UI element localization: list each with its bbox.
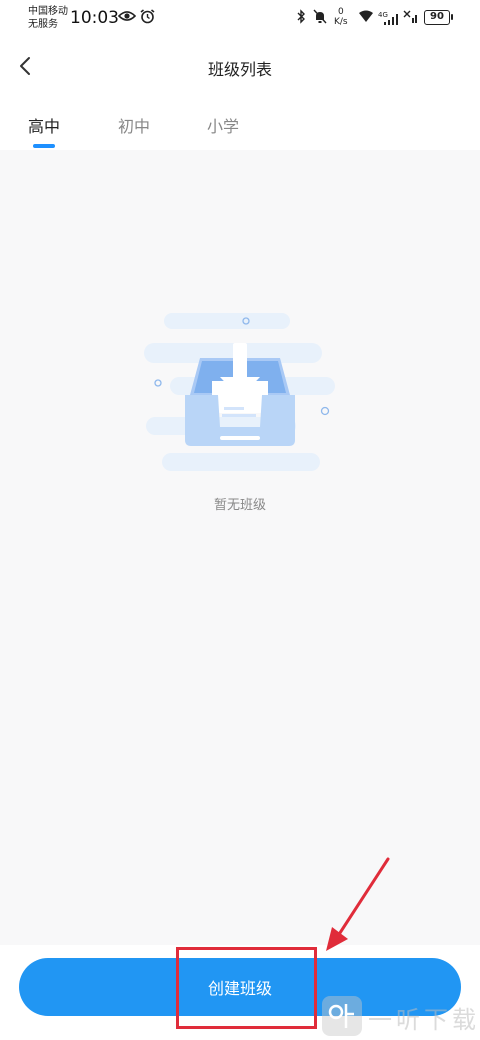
nav-bar: 班级列表 bbox=[0, 40, 480, 98]
tab-senior-high[interactable]: 高中 bbox=[28, 113, 60, 137]
watermark-logo-icon bbox=[322, 996, 362, 1036]
watermark-text: 一听下载 bbox=[368, 1006, 480, 1034]
bluetooth-icon bbox=[296, 9, 306, 29]
net-speed-value: 0 bbox=[337, 7, 344, 17]
net-speed-unit: K/s bbox=[334, 17, 348, 27]
carrier-name: 中国移动 bbox=[28, 6, 68, 17]
class-list-area[interactable] bbox=[0, 150, 480, 945]
signal-icon bbox=[384, 14, 400, 30]
annotation-arrow-icon bbox=[326, 857, 390, 951]
network-speed: 0 K/s bbox=[334, 7, 348, 27]
empty-inbox-icon bbox=[144, 313, 335, 471]
annotation-highlight-box bbox=[176, 947, 317, 1029]
tab-primary[interactable]: 小学 bbox=[207, 113, 239, 137]
page-title: 班级列表 bbox=[207, 60, 272, 79]
battery-indicator: 90 bbox=[424, 10, 453, 25]
tab-junior-high[interactable]: 初中 bbox=[118, 113, 150, 137]
alarm-icon bbox=[140, 9, 155, 29]
status-time: 10:03 bbox=[70, 8, 119, 28]
watermark: 一听下载 bbox=[322, 996, 480, 1040]
grade-tabs: 高中 初中 小学 bbox=[0, 98, 480, 150]
eye-icon bbox=[117, 9, 137, 28]
active-tab-indicator bbox=[33, 144, 55, 148]
mute-bell-icon bbox=[312, 9, 328, 29]
status-bar: 中国移动 无服务 10:03 0 K/s 4G 90 bbox=[0, 0, 480, 40]
empty-state-message: 暂无班级 bbox=[213, 498, 266, 513]
carrier-service: 无服务 bbox=[28, 19, 58, 30]
wifi-icon bbox=[358, 9, 374, 28]
carrier-info: 中国移动 无服务 bbox=[28, 5, 68, 31]
no-sim-signal-icon bbox=[402, 9, 418, 29]
